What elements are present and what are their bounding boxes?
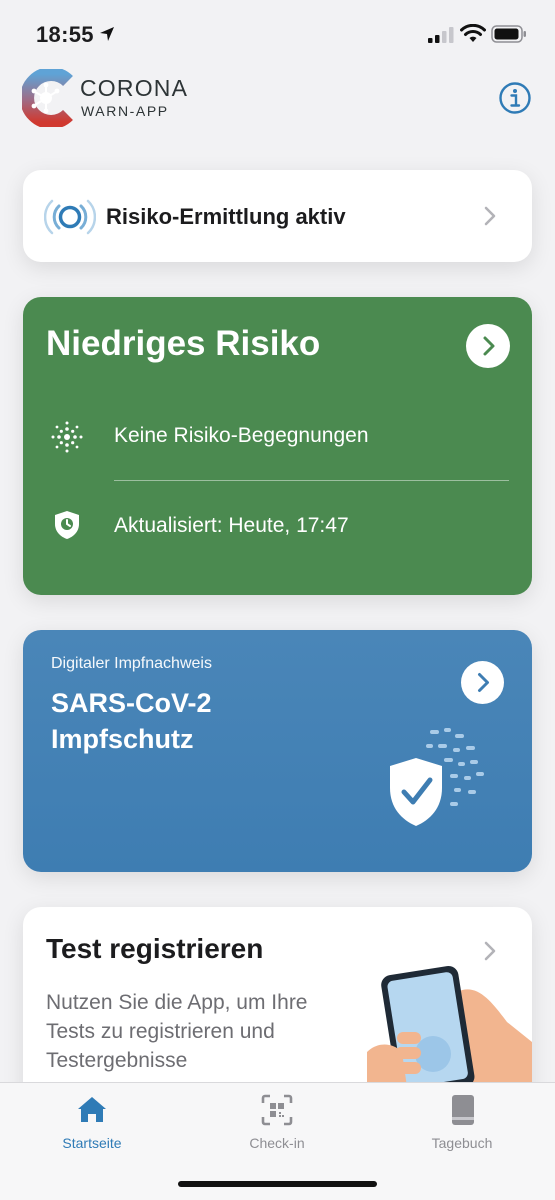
tab-tagebuch[interactable]: Tagebuch bbox=[392, 1093, 532, 1151]
virus-contacts-icon bbox=[51, 421, 83, 453]
phone-hand-illustration bbox=[367, 965, 532, 1087]
logo-subtitle: WARN-APP bbox=[81, 103, 169, 119]
vaccination-details-button[interactable] bbox=[461, 661, 504, 704]
status-time: 18:55 bbox=[36, 22, 94, 47]
risk-title: Niedriges Risiko bbox=[46, 324, 321, 363]
register-test-description: Nutzen Sie die App, um Ihre Tests zu reg… bbox=[46, 991, 308, 1072]
last-updated-text: Aktualisiert: Heute, 17:47 bbox=[114, 514, 349, 537]
shield-clock-icon bbox=[55, 511, 79, 539]
chevron-right-icon bbox=[484, 206, 496, 226]
info-icon[interactable] bbox=[498, 81, 532, 115]
chevron-right-icon bbox=[483, 336, 495, 356]
pulse-icon bbox=[44, 199, 96, 235]
vaccination-shield-icon bbox=[390, 728, 484, 826]
tab-startseite[interactable]: Startseite bbox=[22, 1093, 162, 1151]
risk-card[interactable]: Niedriges Risiko Keine Risiko-Begegnunge… bbox=[23, 297, 532, 595]
risk-details-button[interactable] bbox=[466, 324, 510, 368]
vaccination-title: SARS-CoV-2 Impfschutz bbox=[51, 688, 212, 754]
status-bar: 18:55 bbox=[0, 0, 555, 62]
risk-detection-label: Risiko-Ermittlung aktiv bbox=[106, 204, 346, 229]
signal-icon bbox=[428, 27, 454, 43]
tab-label: Startseite bbox=[62, 1135, 122, 1151]
tab-label: Check-in bbox=[249, 1135, 305, 1151]
wifi-icon bbox=[460, 24, 486, 42]
tab-check-in[interactable]: Check-in bbox=[207, 1093, 347, 1151]
vaccination-subtitle: Digitaler Impfnachweis bbox=[51, 655, 212, 672]
battery-icon bbox=[491, 25, 526, 43]
register-test-title: Test registrieren bbox=[46, 933, 264, 964]
location-arrow-icon bbox=[100, 27, 114, 41]
divider bbox=[114, 480, 509, 481]
qr-scan-icon bbox=[261, 1094, 293, 1126]
logo-title: CORONA bbox=[80, 75, 189, 101]
risk-detection-card[interactable]: Risiko-Ermittlung aktiv bbox=[23, 170, 532, 262]
home-indicator[interactable] bbox=[178, 1181, 377, 1187]
book-icon bbox=[452, 1095, 474, 1125]
chevron-right-icon bbox=[478, 673, 489, 692]
home-icon bbox=[78, 1097, 106, 1122]
app-header: CORONA WARN-APP bbox=[0, 62, 555, 142]
corona-warn-app-logo bbox=[22, 69, 73, 127]
tab-label: Tagebuch bbox=[431, 1135, 493, 1151]
vaccination-certificate-card[interactable]: Digitaler Impfnachweis SARS-CoV-2 Impfsc… bbox=[23, 630, 532, 872]
risk-encounters-text: Keine Risiko-Begegnungen bbox=[114, 424, 369, 447]
chevron-right-icon bbox=[484, 941, 496, 961]
